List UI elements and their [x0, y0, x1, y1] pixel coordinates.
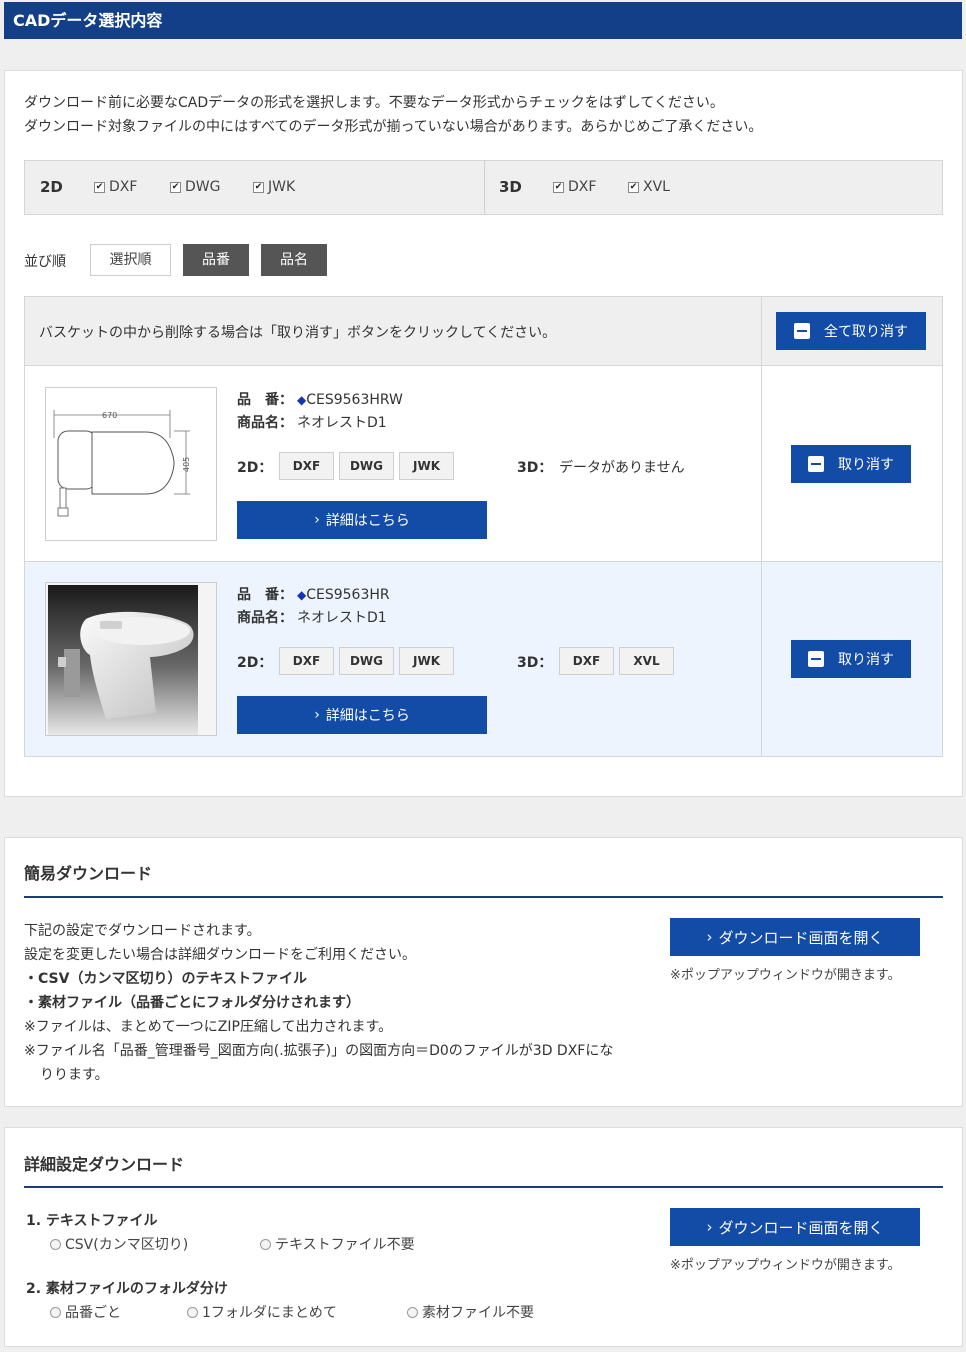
easy-note-2: ※ファイル名「品番_管理番号_図面方向(.拡張子)」の図面方向＝D0のファイルが…: [24, 1043, 614, 1059]
diamond-icon: ◆: [297, 588, 307, 602]
popup-note: ※ポップアップウィンドウが開きます。: [670, 1258, 901, 1273]
radio-csv[interactable]: CSV(カンマ区切り): [50, 1234, 188, 1254]
popup-note: ※ポップアップウィンドウが開きます。: [670, 968, 901, 983]
checkbox-3d-xvl[interactable]: ✔ XVL: [628, 179, 670, 195]
easy-setting-folder: ・素材ファイル（品番ごとにフォルダ分けされます）: [24, 995, 360, 1011]
easy-download-panel: 簡易ダウンロード 下記の設定でダウンロードされます。 設定を変更したい場合は詳細…: [4, 837, 963, 1107]
basket-row: 670 405 品 番： ◆CES9563HRW 商品名： ネオレストD1 2D： …: [25, 367, 942, 561]
part-number-link[interactable]: CES9563HRW: [306, 392, 403, 408]
format-tag-2d-dwg: DWG: [339, 452, 394, 480]
easy-line-1: 下記の設定でダウンロードされます。: [24, 923, 261, 939]
checkbox-2d-dwg[interactable]: ✔ DWG: [170, 179, 220, 195]
checkbox-2d-jwk[interactable]: ✔ JWK: [253, 179, 295, 195]
basket-table: バスケットの中から削除する場合は「取り消す」ボタンをクリックしてください。 全て…: [24, 296, 943, 757]
format-3d-label: 3D: [499, 178, 522, 196]
radio-icon: [50, 1238, 61, 1250]
basket-instruction: バスケットの中から削除する場合は「取り消す」ボタンをクリックしてください。: [39, 325, 557, 341]
open-download-button[interactable]: › ダウンロード画面を開く: [670, 1208, 920, 1246]
easy-setting-csv: ・CSV（カンマ区切り）のテキストファイル: [24, 971, 308, 987]
2d-label: 2D：: [237, 460, 273, 476]
format-tag-2d-dwg: DWG: [339, 647, 394, 675]
format-2d-label: 2D: [40, 178, 63, 196]
radio-icon: [187, 1306, 198, 1318]
3d-label: 3D：: [517, 460, 553, 476]
no-3d-data-text: データがありません: [559, 460, 685, 476]
product-name: ネオレストD1: [297, 415, 387, 431]
radio-icon: [50, 1306, 61, 1318]
diamond-icon: ◆: [297, 393, 307, 407]
text-file-question: 1. テキストファイル: [26, 1213, 158, 1229]
chevron-right-icon: ›: [314, 512, 320, 528]
basket-header: バスケットの中から削除する場合は「取り消す」ボタンをクリックしてください。 全て…: [25, 297, 942, 366]
format-tag-2d-dxf: DXF: [279, 647, 334, 675]
section-rule: [24, 1186, 943, 1188]
open-download-button[interactable]: › ダウンロード画面を開く: [670, 918, 920, 956]
format-tag-2d-jwk: JWK: [399, 647, 454, 675]
product-drawing-image: 670 405: [45, 387, 217, 541]
checkbox-icon: ✔: [628, 181, 639, 193]
detail-download-panel: 詳細設定ダウンロード 1. テキストファイル CSV(カンマ区切り) テキストフ…: [4, 1127, 963, 1347]
drawing-dimension-depth: 405: [182, 457, 191, 472]
chevron-right-icon: ›: [314, 707, 320, 723]
easy-note-2-cont: りります。: [40, 1067, 109, 1083]
format-tag-3d-xvl: XVL: [619, 647, 674, 675]
checkbox-3d-dxf[interactable]: ✔ DXF: [553, 179, 596, 195]
divider: [484, 161, 485, 214]
format-tag-2d-jwk: JWK: [399, 452, 454, 480]
cancel-button[interactable]: 取り消す: [791, 445, 911, 483]
column-divider: [761, 297, 762, 756]
radio-icon: [260, 1238, 271, 1250]
checkbox-icon: ✔: [170, 181, 181, 193]
sort-part-number-button[interactable]: 品番: [183, 244, 249, 276]
minus-icon: [808, 456, 824, 472]
product-photo-image: [45, 582, 217, 736]
radio-no-text-file[interactable]: テキストファイル不要: [260, 1234, 415, 1254]
sort-label: 並び順: [24, 254, 66, 270]
detail-download-title: 詳細設定ダウンロード: [24, 1155, 185, 1174]
easy-download-title: 簡易ダウンロード: [24, 864, 153, 883]
folder-question: 2. 素材ファイルのフォルダ分け: [26, 1281, 228, 1297]
section-rule: [24, 896, 943, 898]
detail-link-button[interactable]: › 詳細はこちら: [237, 696, 487, 734]
cancel-button[interactable]: 取り消す: [791, 640, 911, 678]
minus-icon: [794, 323, 810, 339]
2d-label: 2D：: [237, 655, 273, 671]
easy-note-1: ※ファイルは、まとめて一つにZIP圧縮して出力されます。: [24, 1019, 393, 1035]
checkbox-icon: ✔: [553, 181, 564, 193]
format-tag-2d-dxf: DXF: [279, 452, 334, 480]
radio-no-material[interactable]: 素材ファイル不要: [407, 1302, 534, 1322]
drawing-dimension-width: 670: [102, 411, 117, 420]
checkbox-icon: ✔: [253, 181, 264, 193]
basket-row: 品 番： ◆CES9563HR 商品名： ネオレストD1 2D： DXF DWG J…: [25, 562, 942, 756]
cad-selection-panel: ダウンロード前に必要なCADデータの形式を選択します。不要なデータ形式からチェッ…: [4, 70, 963, 797]
part-number-row: 品 番： ◆CES9563HRW: [237, 392, 403, 408]
clear-all-button[interactable]: 全て取り消す: [776, 312, 926, 350]
radio-icon: [407, 1306, 418, 1318]
radio-single-folder[interactable]: 1フォルダにまとめて: [187, 1302, 337, 1322]
toilet-photo: [48, 585, 198, 735]
part-number-link[interactable]: CES9563HR: [306, 587, 389, 603]
chevron-right-icon: ›: [706, 1218, 713, 1236]
intro-line-2: ダウンロード対象ファイルの中にはすべてのデータ形式が揃っていない場合があります。…: [24, 119, 763, 135]
checkbox-icon: ✔: [94, 181, 105, 193]
radio-per-part[interactable]: 品番ごと: [50, 1302, 121, 1322]
chevron-right-icon: ›: [706, 928, 713, 946]
detail-link-button[interactable]: › 詳細はこちら: [237, 501, 487, 539]
sort-selection-order-button[interactable]: 選択順: [90, 244, 171, 276]
easy-line-2: 設定を変更したい場合は詳細ダウンロードをご利用ください。: [24, 947, 416, 963]
part-number-row: 品 番： ◆CES9563HR: [237, 587, 390, 603]
product-name-row: 商品名： ネオレストD1: [237, 415, 387, 431]
3d-label: 3D：: [517, 655, 553, 671]
toilet-drawing: 670 405: [53, 410, 191, 517]
product-name-row: 商品名： ネオレストD1: [237, 610, 387, 626]
minus-icon: [808, 651, 824, 667]
page-title: CADデータ選択内容: [4, 2, 962, 39]
format-selector: 2D ✔ DXF ✔ DWG ✔ JWK 3D ✔ DXF ✔ XVL: [24, 160, 943, 215]
checkbox-2d-dxf[interactable]: ✔ DXF: [94, 179, 137, 195]
format-tag-3d-dxf: DXF: [559, 647, 614, 675]
sort-product-name-button[interactable]: 品名: [261, 244, 327, 276]
intro-line-1: ダウンロード前に必要なCADデータの形式を選択します。不要なデータ形式からチェッ…: [24, 95, 724, 111]
product-name: ネオレストD1: [297, 610, 387, 626]
